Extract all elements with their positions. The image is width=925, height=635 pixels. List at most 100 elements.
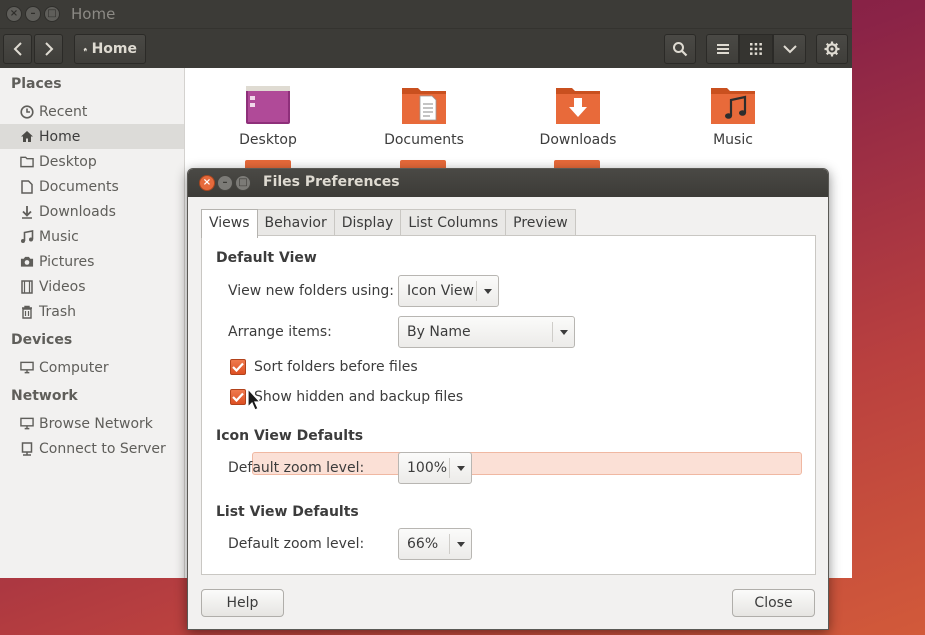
close-button[interactable]: Close (732, 589, 815, 617)
clock-icon (20, 104, 34, 119)
download-icon (20, 205, 34, 219)
show-hidden-label: Show hidden and backup files (254, 389, 464, 405)
triangle-down-icon (476, 281, 498, 301)
sidebar-item-desktop[interactable]: Desktop (0, 149, 184, 174)
music-icon (20, 229, 34, 244)
back-button[interactable] (3, 34, 32, 64)
sidebar-item-home[interactable]: Home (0, 124, 184, 149)
sidebar-item-label: Pictures (39, 253, 95, 270)
sidebar-item-recent[interactable]: Recent (0, 99, 184, 124)
sidebar-item-label: Computer (39, 359, 109, 376)
window-maximize-button[interactable]: □ (44, 6, 60, 22)
icon-view-zoom-select[interactable]: 100% (398, 452, 472, 484)
list-view-zoom-select[interactable]: 66% (398, 528, 472, 560)
views-panel: Default View View new folders using: Ico… (201, 235, 816, 575)
arrange-items-label: Arrange items: (228, 324, 332, 340)
sidebar-heading-places: Places (11, 76, 62, 92)
file-item-downloads[interactable]: Downloads (518, 84, 638, 148)
forward-button[interactable] (34, 34, 63, 64)
film-icon (20, 279, 34, 294)
sidebar-item-pictures[interactable]: Pictures (0, 249, 184, 274)
dialog-minimize-button[interactable]: – (217, 175, 233, 191)
gear-icon (824, 41, 840, 57)
file-item-music[interactable]: Music (673, 84, 793, 148)
dialog-titlebar[interactable]: × – □ Files Preferences (188, 169, 828, 197)
network-icon (20, 417, 34, 431)
triangle-down-icon (552, 322, 574, 342)
tab-display[interactable]: Display (333, 209, 402, 236)
chevron-right-icon (44, 42, 53, 56)
triangle-down-icon (449, 458, 471, 478)
sidebar-item-label: Home (39, 128, 81, 145)
sort-folders-checkbox-row[interactable]: Sort folders before files (230, 355, 418, 379)
search-icon (673, 42, 688, 57)
sidebar-heading-devices: Devices (11, 332, 73, 348)
sidebar-item-trash[interactable]: Trash (0, 299, 184, 324)
computer-icon (20, 361, 34, 375)
dialog-maximize-button[interactable]: □ (235, 175, 251, 191)
show-hidden-checkbox[interactable] (230, 389, 246, 405)
triangle-down-icon (449, 534, 471, 554)
file-item-label: Downloads (539, 132, 617, 148)
tab-views[interactable]: Views (201, 209, 258, 238)
file-item-documents[interactable]: Documents (364, 84, 484, 148)
file-item-label: Music (713, 132, 753, 148)
dialog-close-button[interactable]: × (199, 175, 215, 191)
sidebar-heading-network: Network (11, 388, 78, 404)
sidebar-item-videos[interactable]: Videos (0, 274, 184, 299)
sidebar-item-label: Desktop (39, 153, 97, 170)
file-item-label: Desktop (239, 132, 297, 148)
desktop-folder-icon (244, 84, 292, 126)
help-button[interactable]: Help (201, 589, 284, 617)
checkmark-icon (232, 392, 244, 402)
icon-view-defaults-heading: Icon View Defaults (216, 428, 364, 444)
sidebar-item-label: Browse Network (39, 415, 153, 432)
sort-folders-checkbox[interactable] (230, 359, 246, 375)
server-icon (20, 441, 34, 456)
window-close-button[interactable]: × (6, 6, 22, 22)
select-value: Icon View (407, 283, 474, 299)
document-icon (20, 179, 34, 194)
window-minimize-button[interactable]: – (25, 6, 41, 22)
grid-view-button[interactable] (739, 34, 773, 64)
select-value: 66% (407, 536, 439, 552)
path-bar-home-button[interactable]: Home (74, 34, 146, 64)
sidebar-item-label: Connect to Server (39, 440, 166, 457)
sidebar-item-downloads[interactable]: Downloads (0, 199, 184, 224)
sidebar-item-label: Music (39, 228, 79, 245)
show-hidden-checkbox-row[interactable]: Show hidden and backup files (230, 385, 463, 409)
sort-folders-label: Sort folders before files (254, 359, 418, 375)
search-button[interactable] (664, 34, 696, 64)
view-options-button[interactable] (773, 34, 806, 64)
mouse-pointer-icon (247, 388, 261, 411)
list-view-button[interactable] (706, 34, 739, 64)
view-new-folders-select[interactable]: Icon View (398, 275, 499, 307)
downloads-folder-icon (554, 84, 602, 126)
sidebar-item-music[interactable]: Music (0, 224, 184, 249)
main-titlebar[interactable]: × – □ Home (0, 0, 852, 28)
grid-icon (750, 43, 762, 55)
arrange-items-select[interactable]: By Name (398, 316, 575, 348)
trash-icon (20, 305, 34, 319)
tab-preview[interactable]: Preview (505, 209, 576, 236)
sidebar-item-connect-to-server[interactable]: Connect to Server (0, 436, 184, 461)
chevron-down-icon (782, 45, 797, 54)
file-item-desktop[interactable]: Desktop (208, 84, 328, 148)
tab-behavior[interactable]: Behavior (256, 209, 335, 236)
window-controls: × – □ (6, 6, 60, 22)
sidebar-item-label: Downloads (39, 203, 116, 220)
sidebar-item-label: Documents (39, 178, 119, 195)
sidebar-item-documents[interactable]: Documents (0, 174, 184, 199)
documents-folder-icon (400, 84, 448, 126)
checkmark-icon (232, 362, 244, 372)
list-icon (716, 44, 729, 54)
view-new-folders-label: View new folders using: (228, 283, 394, 299)
settings-button[interactable] (816, 34, 848, 64)
folder-icon (20, 155, 34, 169)
camera-icon (20, 255, 34, 269)
sidebar-item-computer[interactable]: Computer (0, 355, 184, 380)
sidebar-item-browse-network[interactable]: Browse Network (0, 411, 184, 436)
tab-bar: Views Behavior Display List Columns Prev… (201, 209, 576, 238)
tab-list-columns[interactable]: List Columns (400, 209, 507, 236)
sidebar-item-label: Videos (39, 278, 86, 295)
